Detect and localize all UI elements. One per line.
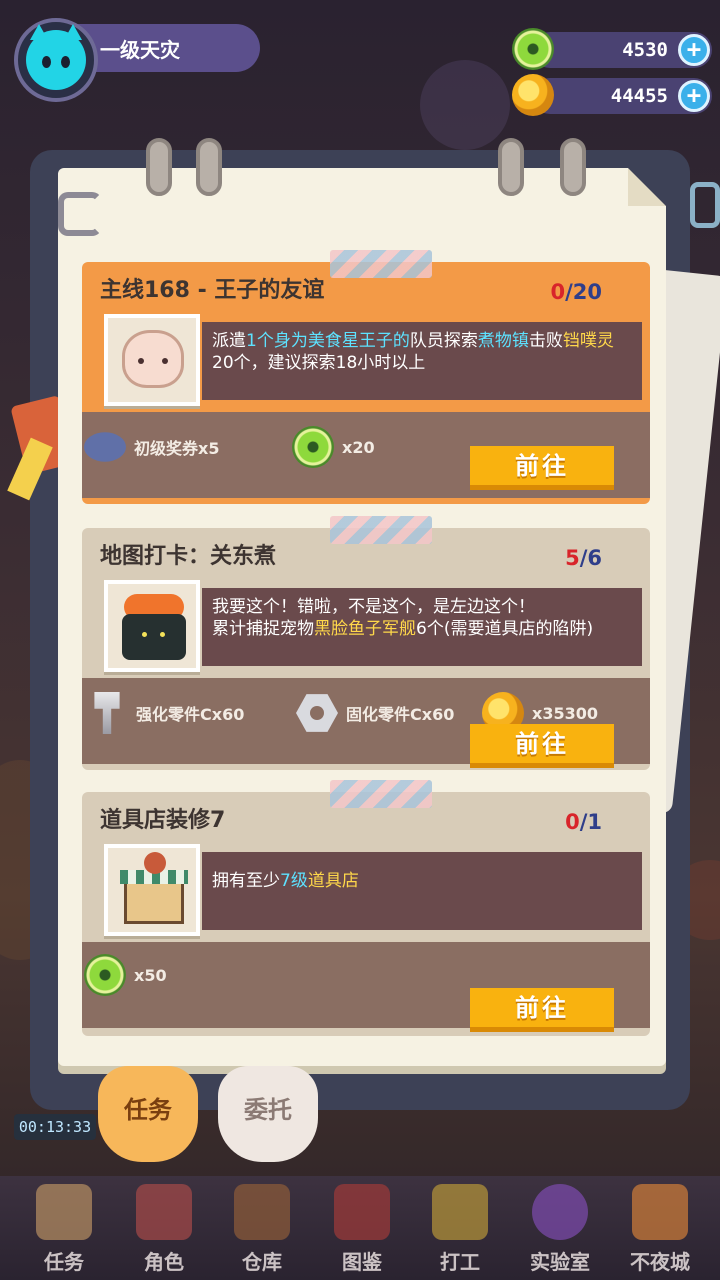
tape-decoration [330, 250, 432, 278]
quest-progress: 0/1 [565, 810, 602, 834]
nut-icon [296, 694, 338, 732]
clipboard-icon [36, 1184, 92, 1240]
go-button[interactable]: 前往 [470, 988, 614, 1032]
nav-item-handbook[interactable]: 图鉴 [322, 1182, 402, 1276]
green-donut-icon [512, 28, 554, 70]
nav-item-nightcity[interactable]: 不夜城 [620, 1182, 700, 1276]
nav-item-characters[interactable]: 角色 [124, 1182, 204, 1276]
flask-icon [532, 1184, 588, 1240]
tab-tasks[interactable]: 任务 [98, 1066, 198, 1162]
nav-item-tasks[interactable]: 任务 [24, 1182, 104, 1276]
go-button[interactable]: 前往 [470, 446, 614, 490]
coin-currency: 44455 + [512, 74, 712, 116]
quest-description: 我要这个！错啦，不是这个，是左边这个！ 累计捕捉宠物黑脸鱼子军舰6个(需要道具店的… [202, 588, 642, 666]
binder-ring [146, 138, 172, 196]
donut-amount: 4530 [622, 39, 668, 61]
quest-progress: 0/20 [550, 280, 602, 304]
cat-card-icon [136, 1184, 192, 1240]
chest-icon [234, 1184, 290, 1240]
ticket-icon [84, 432, 126, 462]
cat-face-icon [26, 24, 86, 90]
page-fold [628, 168, 666, 206]
reward-item: 强化零件Cx60 [86, 692, 244, 734]
quest-card: 地图打卡：关东煮 5/6 我要这个！错啦，不是这个，是左边这个！ 累计捕捉宠物黑脸… [82, 528, 650, 770]
quest-title: 地图打卡：关东煮 [100, 544, 277, 569]
add-donut-button[interactable]: + [678, 34, 710, 66]
binder-ring [196, 138, 222, 196]
quest-title: 道具店装修7 [100, 808, 226, 833]
sushi-icon [104, 580, 200, 672]
timer-readout: 00:13:33 [14, 1114, 96, 1140]
reward-item: 固化零件Cx60 [296, 692, 454, 734]
reward-list: x50 前往 [82, 942, 650, 1032]
gold-coin-icon [512, 74, 554, 116]
quest-description: 拥有至少7级道具店 [202, 852, 642, 930]
fox-icon [632, 1184, 688, 1240]
tab-commissions[interactable]: 委托 [218, 1066, 318, 1162]
book-icon [334, 1184, 390, 1240]
background-glow [420, 60, 510, 150]
player-avatar[interactable] [14, 18, 98, 102]
tape-decoration [330, 516, 432, 544]
quest-description: 派遣1个身为美食星王子的队员探索煮物镇击败铛噗灵20个，建议探索18小时以上 [202, 322, 642, 400]
go-button[interactable]: 前往 [470, 724, 614, 768]
reward-item: 初级奖券x5 [84, 426, 219, 468]
paper-clip-icon [58, 192, 102, 236]
binder-ring [498, 138, 524, 196]
green-donut-icon [292, 426, 334, 468]
reward-item: x20 [292, 426, 375, 468]
player-name: 一级天灾 [100, 37, 180, 62]
green-donut-icon [84, 954, 126, 996]
quest-progress: 5/6 [565, 546, 602, 570]
coin-amount: 44455 [610, 85, 668, 107]
quest-card: 道具店装修7 0/1 拥有至少7级道具店 x50 前往 [82, 792, 650, 1036]
add-coin-button[interactable]: + [678, 80, 710, 112]
paper-clip-icon [690, 182, 720, 228]
shop-icon [104, 844, 200, 936]
binder-ring [560, 138, 586, 196]
bolt-icon [94, 692, 120, 734]
quest-card: 主线168 - 王子的友谊 0/20 派遣1个身为美食星王子的队员探索煮物镇击败… [82, 262, 650, 504]
player-name-plate[interactable]: 一级天灾 [74, 24, 260, 72]
reward-item: x50 [84, 954, 167, 996]
dumpling-icon [104, 314, 200, 406]
tv-icon [432, 1184, 488, 1240]
reward-list: 初级奖券x5 x20 前往 [82, 412, 650, 498]
nav-item-warehouse[interactable]: 仓库 [222, 1182, 302, 1276]
reward-list: 强化零件Cx60 固化零件Cx60 x35300 前往 [82, 678, 650, 768]
nav-item-work[interactable]: 打工 [420, 1182, 500, 1276]
nav-item-lab[interactable]: 实验室 [520, 1182, 600, 1276]
donut-currency: 4530 + [512, 28, 712, 70]
tape-decoration [330, 780, 432, 808]
